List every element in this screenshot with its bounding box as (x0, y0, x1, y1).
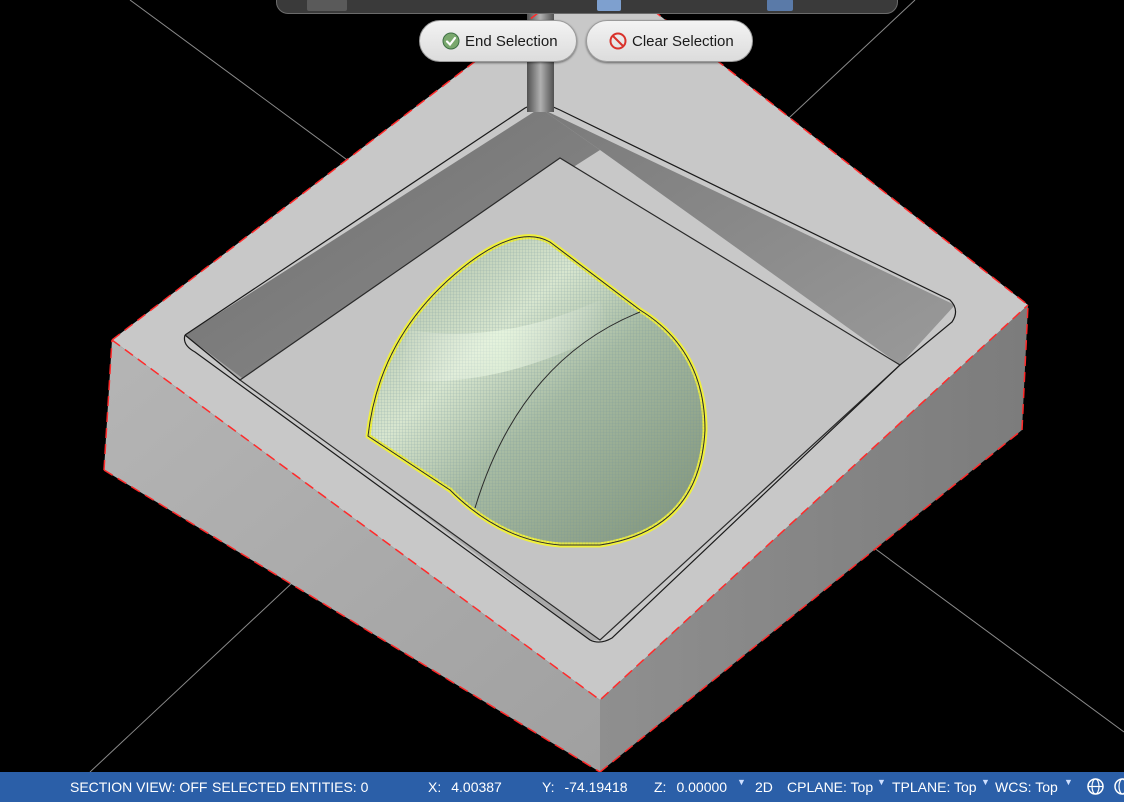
z-label: Z: (654, 779, 667, 795)
x-value: 4.00387 (451, 779, 502, 795)
end-selection-button[interactable]: End Selection (419, 20, 577, 62)
globe-icon[interactable] (1113, 777, 1124, 796)
z-dropdown-caret[interactable]: ▼ (737, 777, 746, 787)
cplane-selector[interactable]: CPLANE: Top (787, 778, 873, 796)
globe-icon[interactable] (1086, 777, 1105, 796)
graphics-viewport[interactable]: End Selection Clear Selection (0, 0, 1124, 772)
tplane-dropdown-caret[interactable]: ▼ (981, 777, 990, 787)
selected-entities-status[interactable]: SELECTED ENTITIES: 0 (212, 778, 368, 796)
toolbar-slot (767, 0, 793, 11)
status-bar: SECTION VIEW: OFF SELECTED ENTITIES: 0 X… (0, 772, 1124, 802)
top-toolbar (276, 0, 898, 14)
check-circle-icon (442, 32, 460, 50)
3d-model-scene[interactable] (0, 0, 1124, 772)
z-value: 0.00000 (676, 779, 728, 795)
mode-2d-toggle[interactable]: 2D (755, 778, 773, 796)
y-label: Y: (542, 779, 555, 795)
end-selection-label: End Selection (465, 32, 558, 50)
tplane-selector[interactable]: TPLANE: Top (892, 778, 977, 796)
wcs-dropdown-caret[interactable]: ▼ (1064, 777, 1073, 787)
wcs-selector[interactable]: WCS: Top (995, 778, 1058, 796)
clear-selection-button[interactable]: Clear Selection (586, 20, 753, 62)
x-label: X: (428, 779, 442, 795)
y-coordinate: Y: -74.19418 (542, 778, 628, 796)
section-view-status[interactable]: SECTION VIEW: OFF (70, 778, 207, 796)
z-coordinate[interactable]: Z: 0.00000 (654, 778, 727, 796)
toolbar-slot (597, 0, 621, 11)
no-entry-icon (609, 32, 627, 50)
toolbar-slot (307, 0, 347, 11)
clear-selection-label: Clear Selection (632, 32, 734, 50)
x-coordinate: X: 4.00387 (428, 778, 502, 796)
y-value: -74.19418 (564, 779, 628, 795)
cplane-dropdown-caret[interactable]: ▼ (877, 777, 886, 787)
